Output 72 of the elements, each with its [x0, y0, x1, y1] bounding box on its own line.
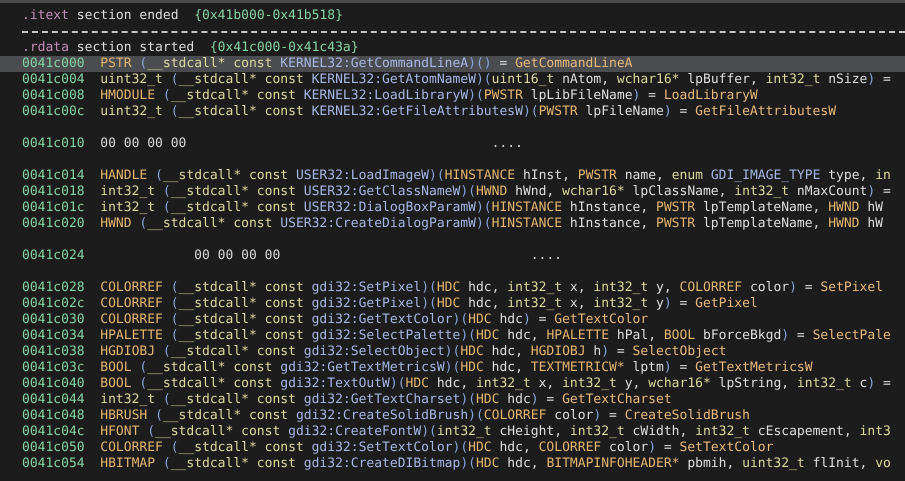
address-label: 0041c02c [22, 296, 86, 312]
address-label: 0041c048 [22, 408, 86, 424]
code-line: HANDLE (__stdcall* const USER32:LoadImageW)(HINSTANCE hInst, PWSTR name, enum GDI_IMAGE_TYPE type, in [100, 168, 891, 184]
listing-row[interactable]: 0041c038 HGDIOBJ (__stdcall* const gdi32:SelectObject)(HDC hdc, HGDIOBJ h) = SelectObject [0, 344, 905, 360]
code-line: BOOL (__stdcall* const gdi32:GetTextMetricsW)(HDC hdc, TEXTMETRICW* lptm) = GetTextMetricsW [100, 360, 813, 376]
address-label: 0041c014 [22, 168, 86, 184]
address-label: 0041c034 [22, 328, 86, 344]
listing-row[interactable]: 0041c02c COLORREF (__stdcall* const gdi32:GetPixel)(HDC hdc, int32_t x, int32_t y) = GetPixel [0, 296, 905, 312]
code-line: HMODULE (__stdcall* const KERNEL32:LoadLibraryW)(PWSTR lpLibFileName) = LoadLibraryW [100, 88, 758, 104]
listing-row[interactable]: 0041c014 HANDLE (__stdcall* const USER32:LoadImageW)(HINSTANCE hInst, PWSTR name, enum GDI_IMAGE_TYPE type, in [0, 152, 905, 184]
address-label: 0041c030 [22, 312, 86, 328]
address-label: 0041c040 [22, 376, 86, 392]
listing-row[interactable]: 0041c004 uint32_t (__stdcall* const KERNEL32:GetAtomNameW)(uint16_t nAtom, wchar16* lpBuffer, int32_t nSize) = [0, 72, 905, 88]
listing-row[interactable]: 0041c020 HWND (__stdcall* const USER32:CreateDialogParamW)(HINSTANCE hInstance, PWSTR lpTemplateName, HWND hW [0, 216, 905, 232]
listing-row[interactable]: 0041c024 00 00 00 00 .... [0, 232, 905, 264]
listing-row[interactable]: 0041c008 HMODULE (__stdcall* const KERNEL32:LoadLibraryW)(PWSTR lpLibFileName) = LoadLibraryW [0, 88, 905, 104]
section-header: .itext section ended {0x41b000-0x41b518} [22, 8, 343, 24]
code-line: HGDIOBJ (__stdcall* const gdi32:SelectObject)(HDC hdc, HGDIOBJ h) = SelectObject [100, 344, 726, 360]
listing-row[interactable]: .rdata section started {0x41c000-0x41c43a} [0, 40, 905, 56]
address-label: 0041c010 [22, 136, 86, 152]
listing-row[interactable]: 0041c00c uint32_t (__stdcall* const KERNEL32:GetFileAttributesW)(PWSTR lpFileName) = GetFileAttributesW [0, 104, 905, 120]
listing-row[interactable]: .itext section ended {0x41b000-0x41b518} [0, 8, 905, 24]
address-label: 0041c01c [22, 200, 86, 216]
code-line: uint32_t (__stdcall* const KERNEL32:GetAtomNameW)(uint16_t nAtom, wchar16* lpBuffer, int32_t nSize) = [100, 72, 891, 88]
listing-row[interactable]: 0041c028 COLORREF (__stdcall* const gdi32:SetPixel)(HDC hdc, int32_t x, int32_t y, COLORREF color) = SetPixel [0, 264, 905, 296]
listing-row[interactable]: 0041c040 BOOL (__stdcall* const gdi32:TextOutW)(HDC hdc, int32_t x, int32_t y, wchar16* lpString, int32_t c) = [0, 376, 905, 392]
listing-row[interactable]: 0041c054 HBITMAP (__stdcall* const gdi32:CreateDIBitmap)(HDC hdc, BITMAPINFOHEADER* pbmih, uint32_t flInit, vo [0, 456, 905, 472]
listing-row[interactable]: 0041c050 COLORREF (__stdcall* const gdi32:SetTextColor)(HDC hdc, COLORREF color) = SetTextColor [0, 440, 905, 456]
address-label: 0041c050 [22, 440, 86, 456]
listing-row[interactable]: 0041c04c HFONT (__stdcall* const gdi32:CreateFontW)(int32_t cHeight, int32_t cWidth, int32_t cEscapement, int3 [0, 424, 905, 440]
address-label: 0041c044 [22, 392, 86, 408]
code-line: HBRUSH (__stdcall* const gdi32:CreateSolidBrush)(COLORREF color) = CreateSolidBrush [100, 408, 750, 424]
code-line: HFONT (__stdcall* const gdi32:CreateFontW)(int32_t cHeight, int32_t cWidth, int32_t cEscapement, int3 [100, 424, 891, 440]
listing-row[interactable]: 0041c000 PSTR (__stdcall* const KERNEL32:GetCommandLineA)() = GetCommandLineA [0, 56, 905, 72]
address-label: 0041c04c [22, 424, 86, 440]
code-line: int32_t (__stdcall* const USER32:DialogBoxParamW)(HINSTANCE hInstance, PWSTR lpTemplateName, HWND hW [100, 200, 883, 216]
ascii-preview: .... [530, 248, 562, 264]
address-label: 0041c038 [22, 344, 86, 360]
code-line: HWND (__stdcall* const USER32:CreateDialogParamW)(HINSTANCE hInstance, PWSTR lpTemplateName, HWND hW [100, 216, 883, 232]
address-label: 0041c018 [22, 184, 86, 200]
address-label: 0041c024 [22, 248, 86, 264]
byte-values: 00 00 00 00 [194, 248, 282, 264]
address-label: 0041c004 [22, 72, 86, 88]
address-label: 0041c020 [22, 216, 86, 232]
code-line: PSTR (__stdcall* const KERNEL32:GetCommandLineA)() = GetCommandLineA [100, 56, 633, 72]
ascii-preview: .... [492, 136, 523, 152]
address-label: 0041c008 [22, 88, 86, 104]
code-line: COLORREF (__stdcall* const gdi32:SetPixel)(HDC hdc, int32_t x, int32_t y, COLORREF color) = SetPixel [100, 280, 884, 296]
code-line: COLORREF (__stdcall* const gdi32:GetTextColor)(HDC hdc) = GetTextColor [100, 312, 648, 328]
code-line: int32_t (__stdcall* const USER32:GetClassNameW)(HWND hWnd, wchar16* lpClassName, int32_t nMaxCount) = [100, 184, 891, 200]
code-line: COLORREF (__stdcall* const gdi32:SetTextColor)(HDC hdc, COLORREF color) = SetTextColor [100, 440, 774, 456]
code-line: BOOL (__stdcall* const gdi32:TextOutW)(HDC hdc, int32_t x, int32_t y, wchar16* lpString, int32_t c) = [100, 376, 891, 392]
code-line: COLORREF (__stdcall* const gdi32:GetPixel)(HDC hdc, int32_t x, int32_t y) = GetPixel [100, 296, 758, 312]
section-header: .rdata section started {0x41c000-0x41c43a} [22, 40, 359, 56]
code-line: int32_t (__stdcall* const gdi32:GetTextCharset)(HDC hdc) = GetTextCharset [100, 392, 672, 408]
listing-row[interactable]: 0041c01c int32_t (__stdcall* const USER32:DialogBoxParamW)(HINSTANCE hInstance, PWSTR lpTemplateName, HWND hW [0, 200, 905, 216]
byte-values: 00 00 00 00 [100, 136, 188, 152]
listing-row[interactable]: 0041c010 00 00 00 00 .... [0, 120, 905, 152]
code-line: HBITMAP (__stdcall* const gdi32:CreateDIBitmap)(HDC hdc, BITMAPINFOHEADER* pbmih, uint32_t flInit, vo [100, 456, 891, 472]
address-label: 0041c03c [22, 360, 86, 376]
listing-row[interactable]: 0041c018 int32_t (__stdcall* const USER32:GetClassNameW)(HWND hWnd, wchar16* lpClassName, int32_t nMaxCount) = [0, 184, 905, 200]
listing-row[interactable]: 0041c048 HBRUSH (__stdcall* const gdi32:CreateSolidBrush)(COLORREF color) = CreateSolidBrush [0, 408, 905, 424]
listing-row[interactable]: 0041c044 int32_t (__stdcall* const gdi32:GetTextCharset)(HDC hdc) = GetTextCharset [0, 392, 905, 408]
code-line: uint32_t (__stdcall* const KERNEL32:GetFileAttributesW)(PWSTR lpFileName) = GetFileAttributesW [100, 104, 836, 120]
address-label: 0041c054 [22, 456, 86, 472]
address-label: 0041c00c [22, 104, 86, 120]
address-label: 0041c028 [22, 280, 86, 296]
code-line: HPALETTE (__stdcall* const gdi32:SelectPalette)(HDC hdc, HPALETTE hPal, BOOL bForceBkgd) = SelectPale [100, 328, 891, 344]
listing-row[interactable]: 0041c030 COLORREF (__stdcall* const gdi32:GetTextColor)(HDC hdc) = GetTextColor [0, 312, 905, 328]
listing-row[interactable]: 0041c034 HPALETTE (__stdcall* const gdi32:SelectPalette)(HDC hdc, HPALETTE hPal, BOOL bForceBkgd) = SelectPale [0, 328, 905, 344]
listing-row[interactable]: 0041c03c BOOL (__stdcall* const gdi32:GetTextMetricsW)(HDC hdc, TEXTMETRICW* lptm) = GetTextMetricsW [0, 360, 905, 376]
address-label: 0041c000 [22, 56, 86, 72]
